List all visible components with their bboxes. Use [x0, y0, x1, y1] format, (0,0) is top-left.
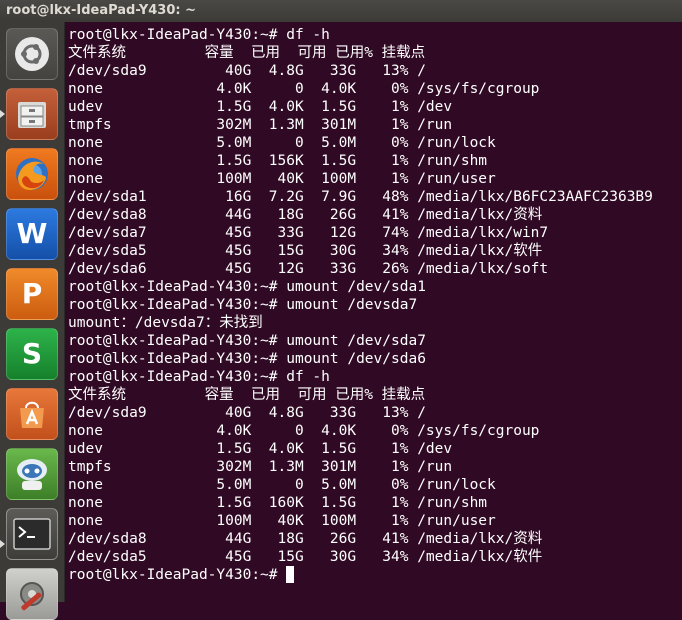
running-indicator — [0, 110, 5, 118]
terminal-line: 文件系统 容量 已用 可用 已用% 挂载点 — [68, 387, 426, 403]
terminal-line: /dev/sda5 45G 15G 30G 34% /media/lkx/软件 — [68, 549, 543, 565]
software-center-icon — [20, 401, 44, 428]
terminal-line: tmpfs 302M 1.3M 301M 1% /run — [68, 117, 453, 133]
terminal-line: /dev/sda6 45G 12G 33G 26% /media/lkx/sof… — [68, 261, 549, 277]
launcher-item-wps-spreadsheets[interactable]: S — [6, 328, 58, 380]
terminal-line: /dev/sda7 45G 33G 12G 74% /media/lkx/win… — [68, 225, 549, 241]
terminal-line: udev 1.5G 4.0K 1.5G 1% /dev — [68, 99, 453, 115]
robot-app-icon — [17, 459, 47, 490]
terminal-line: /dev/sda8 44G 18G 26G 41% /media/lkx/资料 — [68, 207, 543, 223]
terminal-line: none 4.0K 0 4.0K 0% /sys/fs/cgroup — [68, 81, 540, 97]
wps-presentation-icon: P — [21, 277, 43, 310]
ubuntu-dash-icon — [15, 37, 49, 71]
terminal-prompt: root@lkx-IdeaPad-Y430:~# — [68, 567, 287, 583]
launcher-item-dash[interactable] — [6, 28, 58, 80]
terminal-line: tmpfs 302M 1.3M 301M 1% /run — [68, 459, 453, 475]
terminal-line: /dev/sda1 16G 7.2G 7.9G 48% /media/lkx/B… — [68, 189, 653, 205]
terminal-line: udev 1.5G 4.0K 1.5G 1% /dev — [68, 441, 453, 457]
terminal-line: none 1.5G 156K 1.5G 1% /run/shm — [68, 153, 488, 169]
file-manager-icon — [18, 102, 46, 128]
terminal-line: none 1.5G 160K 1.5G 1% /run/shm — [68, 495, 488, 511]
system-settings-icon — [20, 582, 44, 611]
terminal-line: root@lkx-IdeaPad-Y430:~# df -h — [68, 369, 330, 385]
terminal-line: none 100M 40K 100M 1% /run/user — [68, 171, 496, 187]
terminal-line: /dev/sda9 40G 4.8G 33G 13% / — [68, 63, 426, 79]
terminal-line: root@lkx-IdeaPad-Y430:~# umount /devsda7 — [68, 297, 418, 313]
terminal-line: umount：/devsda7：未找到 — [68, 315, 263, 331]
wps-writer-icon: W — [16, 217, 48, 250]
running-indicator — [0, 540, 5, 548]
terminal-output[interactable]: root@lkx-IdeaPad-Y430:~# df -h 文件系统 容量 已用… — [65, 22, 682, 602]
launcher-item-wps-presentation[interactable]: P — [6, 268, 58, 320]
terminal-line: none 5.0M 0 5.0M 0% /run/lock — [68, 135, 496, 151]
firefox-icon — [16, 158, 48, 190]
terminal-line: root@lkx-IdeaPad-Y430:~# umount /dev/sda… — [68, 333, 426, 349]
window-title: root@lkx-IdeaPad-Y430: ~ — [6, 3, 197, 18]
terminal-line: /dev/sda5 45G 15G 30G 34% /media/lkx/软件 — [68, 243, 543, 259]
terminal-line: none 100M 40K 100M 1% /run/user — [68, 513, 496, 529]
window-title-bar[interactable]: root@lkx-IdeaPad-Y430: ~ — [0, 0, 682, 22]
launcher-item-terminal[interactable] — [6, 508, 58, 560]
terminal-lines: root@lkx-IdeaPad-Y430:~# df -h 文件系统 容量 已用… — [68, 26, 682, 566]
terminal-line: root@lkx-IdeaPad-Y430:~# umount /dev/sda… — [68, 279, 426, 295]
unity-launcher: W P S — [0, 22, 65, 620]
wps-spreadsheets-icon: S — [21, 337, 43, 370]
launcher-item-system-settings[interactable] — [6, 568, 58, 620]
terminal-line: root@lkx-IdeaPad-Y430:~# df -h — [68, 27, 330, 43]
terminal-line: none 4.0K 0 4.0K 0% /sys/fs/cgroup — [68, 423, 540, 439]
launcher-item-wps-writer[interactable]: W — [6, 208, 58, 260]
terminal-line: root@lkx-IdeaPad-Y430:~# umount /dev/sda… — [68, 351, 426, 367]
text-cursor — [286, 566, 295, 583]
terminal-line: 文件系统 容量 已用 可用 已用% 挂载点 — [68, 45, 426, 61]
terminal-icon — [13, 518, 51, 550]
terminal-prompt-line[interactable]: root@lkx-IdeaPad-Y430:~# — [68, 566, 682, 584]
launcher-item-software-center[interactable] — [6, 388, 58, 440]
terminal-line: /dev/sda8 44G 18G 26G 41% /media/lkx/资料 — [68, 531, 543, 547]
launcher-item-files[interactable] — [6, 88, 58, 140]
launcher-item-robot-app[interactable] — [6, 448, 58, 500]
terminal-line: /dev/sda9 40G 4.8G 33G 13% / — [68, 405, 426, 421]
launcher-item-firefox[interactable] — [6, 148, 58, 200]
terminal-line: none 5.0M 0 5.0M 0% /run/lock — [68, 477, 496, 493]
